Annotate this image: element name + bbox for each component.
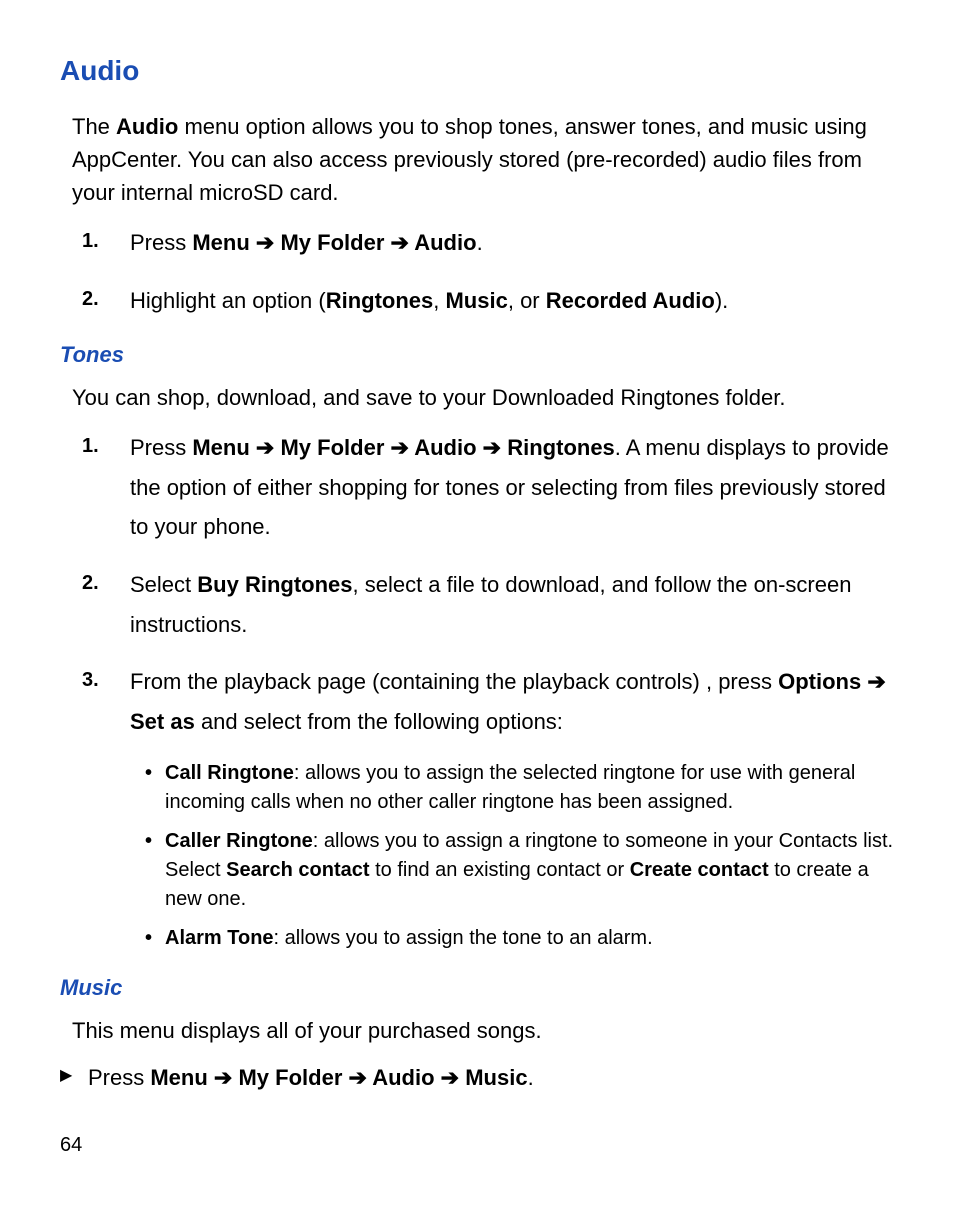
text: ,	[433, 288, 445, 313]
tones-intro: You can shop, download, and save to your…	[60, 381, 894, 414]
arrow-icon: ➔	[250, 435, 281, 460]
tones-steps: 1. Press Menu ➔ My Folder ➔ Audio ➔ Ring…	[60, 428, 894, 741]
bullet-caller-ringtone: Caller Ringtone: allows you to assign a …	[165, 827, 894, 914]
text-bold: Caller Ringtone	[165, 830, 313, 852]
text-bold: Menu	[192, 435, 249, 460]
audio-intro: The Audio menu option allows you to shop…	[60, 110, 894, 209]
text-bold: Create contact	[630, 859, 769, 881]
text-bold: Menu	[192, 230, 249, 255]
text-bold: Ringtones	[326, 288, 434, 313]
music-intro: This menu displays all of your purchased…	[60, 1014, 894, 1047]
text: .	[528, 1065, 534, 1090]
step-3: 3. From the playback page (containing th…	[130, 662, 894, 741]
text-bold: My Folder	[280, 435, 384, 460]
arrow-icon: ➔	[250, 230, 281, 255]
section-heading-audio: Audio	[60, 50, 894, 92]
step-2: 2. Highlight an option (Ringtones, Music…	[130, 281, 894, 321]
text: to find an existing contact or	[370, 859, 630, 881]
text: : allows you to assign the tone to an al…	[274, 927, 653, 949]
text: .	[477, 230, 483, 255]
text: Highlight an option (	[130, 288, 326, 313]
text-bold: Audio	[372, 1065, 434, 1090]
text-bold: Ringtones	[507, 435, 615, 460]
step-number: 3.	[82, 662, 99, 698]
text-bold: Menu	[150, 1065, 207, 1090]
step-1: 1. Press Menu ➔ My Folder ➔ Audio.	[130, 223, 894, 263]
text-bold: Recorded Audio	[546, 288, 715, 313]
text-bold: Audio	[414, 435, 476, 460]
music-step: Press Menu ➔ My Folder ➔ Audio ➔ Music.	[60, 1061, 894, 1094]
text: , or	[508, 288, 546, 313]
text-bold: Options	[778, 669, 861, 694]
text-bold: Audio	[414, 230, 476, 255]
text: The	[72, 114, 116, 139]
text-bold: My Folder	[238, 1065, 342, 1090]
arrow-icon: ➔	[384, 230, 414, 255]
text: Press	[130, 435, 192, 460]
arrow-icon: ➔	[435, 1065, 466, 1090]
setas-options: Call Ringtone : allows you to assign the …	[60, 759, 894, 953]
step-number: 1.	[82, 223, 99, 259]
page-number: 64	[60, 1130, 82, 1159]
subheading-music: Music	[60, 971, 894, 1004]
arrow-icon: ➔	[477, 435, 508, 460]
text-bold: Music	[465, 1065, 527, 1090]
step-1: 1. Press Menu ➔ My Folder ➔ Audio ➔ Ring…	[130, 428, 894, 547]
step-number: 2.	[82, 565, 99, 601]
arrow-icon: ➔	[208, 1065, 239, 1090]
step-2: 2. Select Buy Ringtones, select a file t…	[130, 565, 894, 644]
audio-steps: 1. Press Menu ➔ My Folder ➔ Audio. 2. Hi…	[60, 223, 894, 320]
step-number: 1.	[82, 428, 99, 464]
text-bold: Music	[445, 288, 507, 313]
bullet-call-ringtone: Call Ringtone: allows you to assign the …	[165, 759, 894, 817]
bullet-alarm-tone: Alarm Tone: allows you to assign the ton…	[165, 924, 894, 953]
text: Press	[88, 1065, 150, 1090]
text: Select	[130, 572, 197, 597]
text: Press	[130, 230, 192, 255]
text: menu option allows you to shop tones, an…	[72, 114, 867, 205]
arrow-icon: ➔	[384, 435, 414, 460]
text-bold: Alarm Tone	[165, 927, 274, 949]
text: and select from the following options:	[195, 709, 563, 734]
step-number: 2.	[82, 281, 99, 317]
text-bold: Set as	[130, 709, 195, 734]
text-bold: Call Ringtone	[165, 762, 294, 784]
text: ).	[715, 288, 728, 313]
text-bold: My Folder	[280, 230, 384, 255]
text-bold: Audio	[116, 114, 178, 139]
arrow-icon: ➔	[342, 1065, 372, 1090]
subheading-tones: Tones	[60, 338, 894, 371]
arrow-icon: ➔	[861, 669, 886, 694]
text: From the playback page (containing the p…	[130, 669, 778, 694]
text-bold: Search contact	[226, 859, 369, 881]
text-bold: Buy Ringtones	[197, 572, 352, 597]
